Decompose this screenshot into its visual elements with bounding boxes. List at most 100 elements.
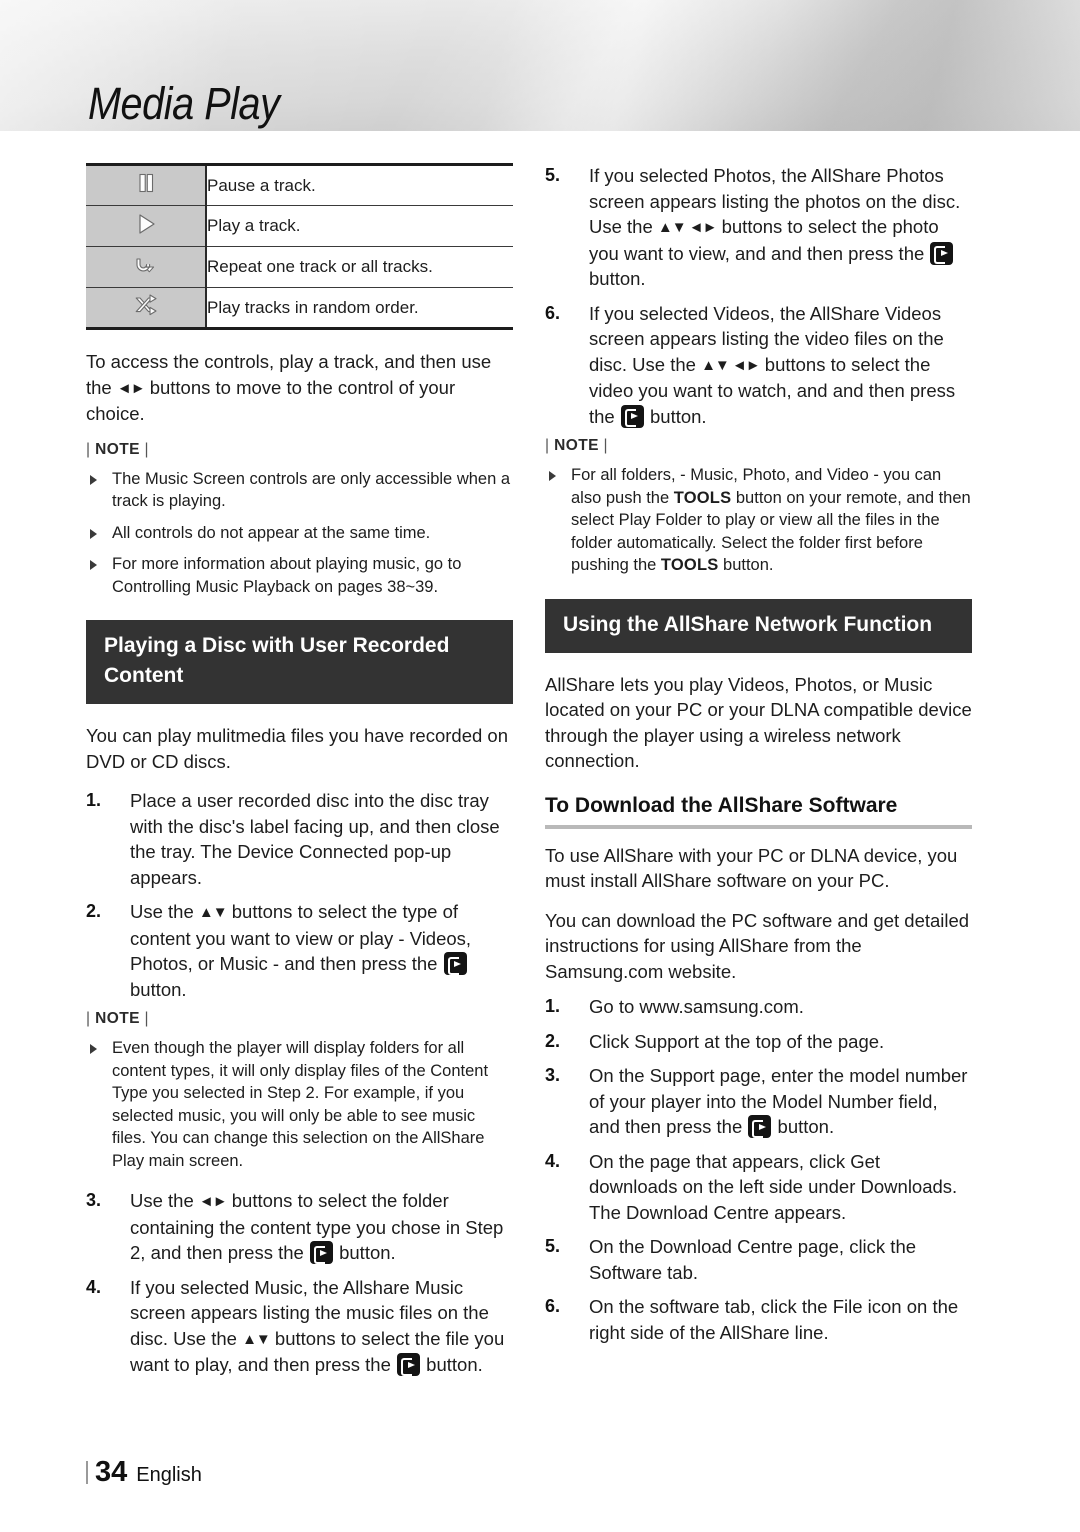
up-down-arrows-glyph: ▲▼ bbox=[242, 1330, 271, 1348]
step-number: 1. bbox=[545, 996, 561, 1016]
note-label: | NOTE | bbox=[86, 1010, 513, 1028]
control-description: Play tracks in random order. bbox=[206, 287, 513, 329]
step-text-post: button. bbox=[130, 978, 187, 1000]
play-icon bbox=[132, 211, 160, 242]
section-header-playing-disc: Playing a Disc with User Recorded Conten… bbox=[86, 620, 513, 704]
enter-button-icon bbox=[620, 404, 644, 428]
control-description: Play a track. bbox=[206, 205, 513, 247]
table-row: Repeat one track or all tracks. bbox=[86, 246, 513, 288]
table-row: Pause a track. bbox=[86, 164, 513, 206]
enter-button-icon bbox=[748, 1115, 772, 1138]
enter-button-icon bbox=[443, 952, 467, 975]
list-item: 6. If you selected Videos, the AllShare V… bbox=[545, 301, 972, 430]
tools-button-label: TOOLS bbox=[673, 488, 732, 507]
list-item: 1. Go to www.samsung.com. bbox=[545, 994, 972, 1020]
pause-icon-cell bbox=[86, 164, 207, 206]
note-list: For all folders, - Music, Photo, and Vid… bbox=[545, 464, 972, 577]
list-item: 2. Use the ▲▼ buttons to select the type … bbox=[86, 899, 513, 1002]
list-item: The Music Screen controls are only acces… bbox=[86, 468, 513, 513]
steps-list-part2: 3. Use the ◄► buttons to select the folde… bbox=[86, 1188, 513, 1378]
footer-language: English bbox=[136, 1464, 202, 1486]
note-bar-right: | bbox=[144, 440, 149, 458]
step-text: On the page that appears, click Get down… bbox=[589, 1150, 958, 1223]
table-row: Play tracks in random order. bbox=[86, 287, 513, 329]
list-item: 4. If you selected Music, the Allshare Mu… bbox=[86, 1275, 513, 1378]
download-paragraph-2: You can download the PC software and get… bbox=[545, 909, 970, 982]
step-text: On the Download Centre page, click the S… bbox=[589, 1236, 917, 1283]
note-label-text: NOTE bbox=[95, 1010, 140, 1027]
step-text-post: button. bbox=[644, 405, 707, 427]
subsection-heading-download: To Download the AllShare Software bbox=[545, 794, 972, 829]
left-right-arrows-glyph: ◄► bbox=[116, 379, 146, 397]
list-item: Even though the player will display fold… bbox=[86, 1037, 513, 1172]
play-icon-cell bbox=[86, 205, 207, 247]
list-item: For more information about playing music… bbox=[86, 553, 513, 598]
note-text-3: button. bbox=[718, 556, 774, 574]
step-number: 4. bbox=[545, 1150, 561, 1171]
step-number: 6. bbox=[545, 1296, 561, 1316]
control-description: Pause a track. bbox=[206, 164, 513, 206]
step-text: Click Support at the top of the page. bbox=[589, 1030, 885, 1052]
shuffle-icon bbox=[131, 292, 161, 323]
step-text: Place a user recorded disc into the disc… bbox=[130, 790, 500, 888]
up-down-arrows-glyph: ▲▼ bbox=[198, 904, 228, 921]
list-item: 3. On the Support page, enter the model n… bbox=[545, 1063, 972, 1140]
step-text-post: button. bbox=[421, 1354, 483, 1375]
page-footer: 34 English bbox=[86, 1456, 202, 1489]
repeat-icon bbox=[131, 252, 161, 283]
direction-arrows-glyph: ▲▼ ◄► bbox=[701, 356, 761, 374]
shuffle-icon-cell bbox=[86, 287, 207, 329]
enter-button-icon bbox=[930, 241, 954, 265]
footer-divider bbox=[86, 1461, 88, 1484]
repeat-icon-cell bbox=[86, 246, 207, 288]
step-number: 2. bbox=[545, 1030, 561, 1051]
allshare-intro-paragraph: AllShare lets you play Videos, Photos, o… bbox=[545, 673, 972, 772]
list-item: 5. If you selected Photos, the AllShare P… bbox=[545, 163, 972, 292]
note-bar-left: | bbox=[86, 1010, 91, 1027]
download-paragraph-1: To use AllShare with your PC or DLNA dev… bbox=[545, 844, 958, 892]
step-number: 3. bbox=[545, 1065, 561, 1085]
list-item: 5. On the Download Centre page, click the… bbox=[545, 1234, 972, 1285]
step-number: 6. bbox=[545, 302, 561, 323]
steps-list-top: 5. If you selected Photos, the AllShare P… bbox=[545, 163, 972, 429]
playback-controls-table: Pause a track. Play a track. Repeat one … bbox=[86, 163, 513, 330]
section-intro-paragraph: You can play mulitmedia files you have r… bbox=[86, 725, 508, 772]
list-item: All controls do not appear at the same t… bbox=[86, 522, 513, 545]
right-column: 5. If you selected Photos, the AllShare P… bbox=[545, 163, 972, 1353]
enter-button-icon bbox=[397, 1353, 421, 1376]
list-item: 1. Place a user recorded disc into the di… bbox=[86, 788, 513, 890]
note-bar-right: | bbox=[603, 437, 608, 454]
note-label-text: NOTE bbox=[95, 440, 140, 458]
pause-icon bbox=[133, 170, 159, 201]
step-text-post: button. bbox=[772, 1116, 835, 1137]
step-number: 5. bbox=[545, 165, 561, 185]
list-item: 6. On the software tab, click the File ic… bbox=[545, 1294, 972, 1345]
step-text: Go to www.samsung.com. bbox=[589, 996, 804, 1017]
left-column: Pause a track. Play a track. Repeat one … bbox=[86, 163, 513, 1386]
note-list: Even though the player will display fold… bbox=[86, 1037, 513, 1172]
page-title: Media Play bbox=[88, 78, 280, 129]
step-number: 1. bbox=[86, 790, 102, 810]
step-text-post: button. bbox=[333, 1242, 396, 1263]
list-item: For all folders, - Music, Photo, and Vid… bbox=[545, 464, 972, 577]
list-item: 3. Use the ◄► buttons to select the folde… bbox=[86, 1188, 513, 1266]
access-controls-paragraph: To access the controls, play a track, an… bbox=[86, 349, 513, 427]
note-label: | NOTE | bbox=[545, 437, 972, 455]
step-text-pre: Use the bbox=[130, 901, 199, 922]
list-item: 4. On the page that appears, click Get do… bbox=[545, 1149, 972, 1226]
step-text-pre: Use the bbox=[130, 1190, 199, 1211]
list-item: 2. Click Support at the top of the page. bbox=[545, 1029, 972, 1055]
note-list: The Music Screen controls are only acces… bbox=[86, 468, 513, 599]
note-label-text: NOTE bbox=[554, 437, 599, 454]
section-header-allshare: Using the AllShare Network Function bbox=[545, 598, 972, 653]
enter-button-icon bbox=[309, 1241, 333, 1264]
note-bar-right: | bbox=[144, 1010, 149, 1027]
page-number: 34 bbox=[95, 1456, 128, 1488]
left-right-arrows-glyph: ◄► bbox=[198, 1193, 228, 1210]
note-label: | NOTE | bbox=[86, 441, 513, 459]
note-bar-left: | bbox=[86, 440, 91, 458]
tools-button-label: TOOLS bbox=[660, 556, 719, 574]
control-description: Repeat one track or all tracks. bbox=[206, 246, 513, 288]
step-number: 4. bbox=[86, 1276, 102, 1297]
step-text-post: button. bbox=[589, 268, 646, 289]
